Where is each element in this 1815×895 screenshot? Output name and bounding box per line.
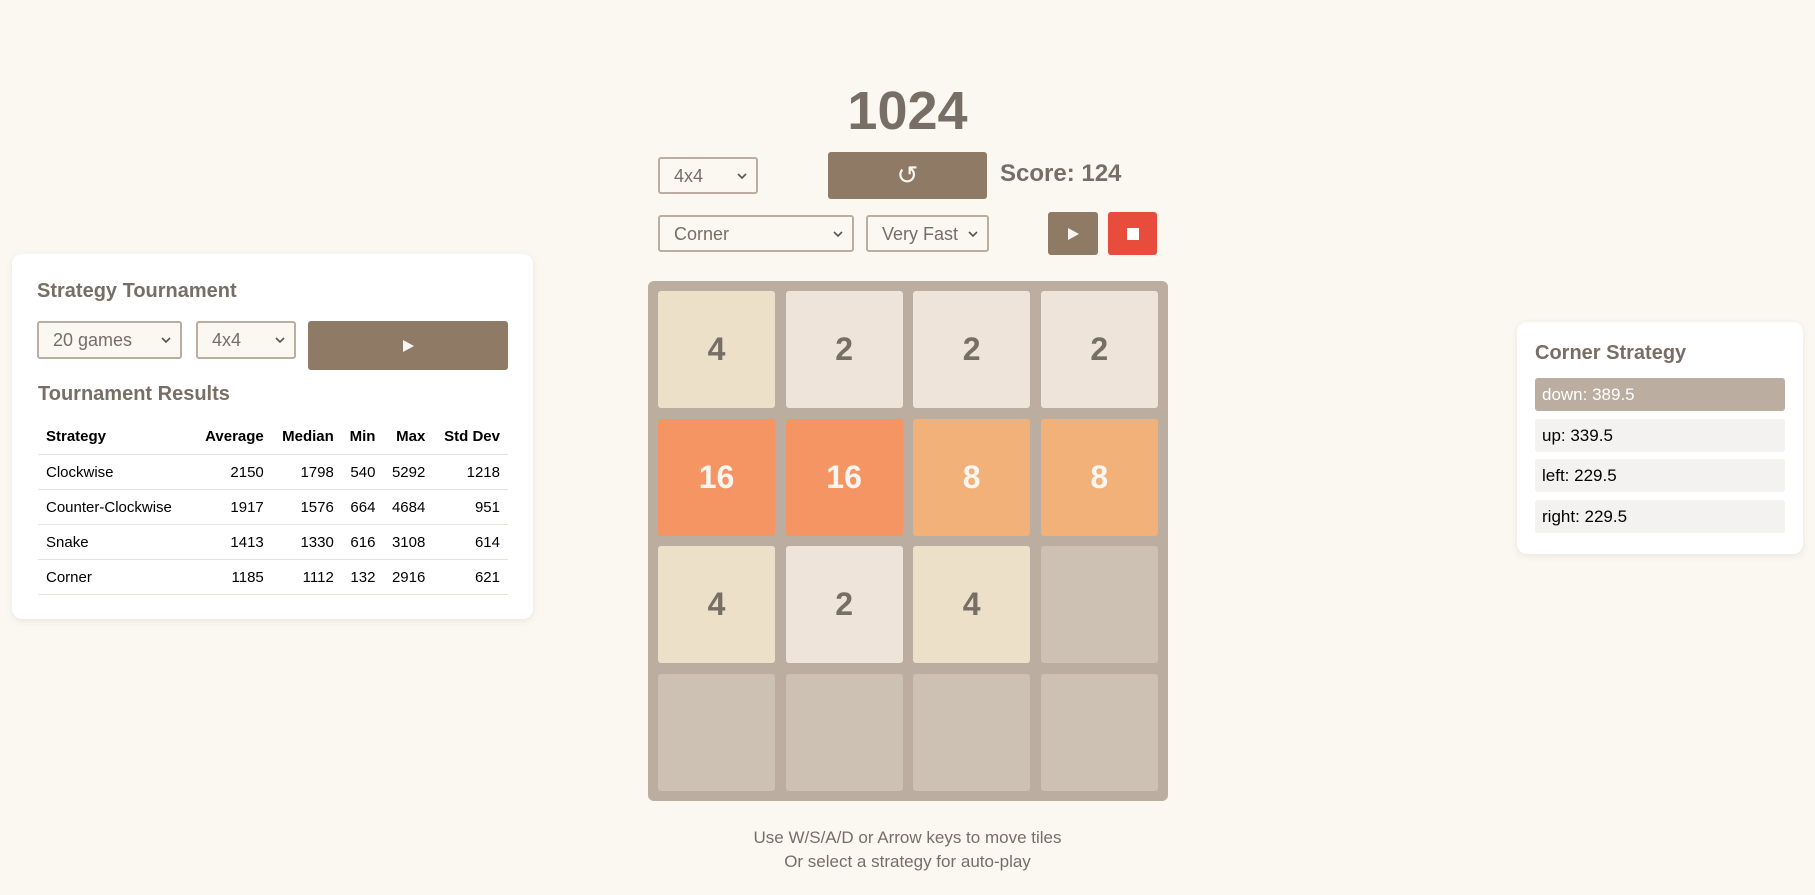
results-header-cell: Max	[383, 418, 434, 455]
empty-cell	[785, 673, 903, 791]
game-board: 4 2 2 2 16 16 8 8 4 2 4	[648, 281, 1168, 801]
results-header-cell: Std Dev	[433, 418, 508, 455]
tournament-size-select-wrapper: 4x4	[196, 321, 296, 359]
results-header-cell: Strategy	[38, 418, 195, 455]
tournament-title: Strategy Tournament	[37, 280, 237, 302]
table-cell: 1413	[194, 524, 272, 560]
table-cell: 1185	[194, 559, 272, 595]
speed-select[interactable]: Very Fast	[866, 215, 989, 252]
table-cell: 951	[433, 489, 508, 525]
table-cell: 2150	[194, 454, 272, 490]
table-cell: 1798	[271, 454, 342, 490]
tile-8: 8	[913, 418, 1031, 536]
tile-4: 4	[658, 546, 775, 664]
empty-cell	[658, 673, 775, 791]
games-select-wrapper: 20 games	[37, 321, 182, 359]
table-cell: 621	[433, 559, 508, 595]
play-icon	[403, 339, 414, 352]
table-cell: 1330	[271, 524, 342, 560]
table-cell: 616	[341, 524, 384, 560]
table-row: Counter-Clockwise 1917 1576 664 4684 951	[38, 489, 508, 525]
restart-icon: ↺	[896, 160, 919, 190]
play-icon	[1068, 227, 1079, 240]
table-cell: 5292	[383, 454, 434, 490]
games-count-select[interactable]: 20 games	[37, 321, 182, 359]
strategy-select-wrapper: Corner	[658, 215, 854, 252]
strategy-eval-title: Corner Strategy	[1535, 342, 1687, 364]
tile-4: 4	[658, 291, 775, 408]
tile-4: 4	[913, 546, 1031, 664]
table-cell: 614	[433, 524, 508, 560]
table-cell: 1112	[271, 559, 342, 595]
table-row: Snake 1413 1330 616 3108 614	[38, 524, 508, 560]
run-tournament-button[interactable]	[308, 321, 508, 370]
table-cell: 540	[341, 454, 384, 490]
strategy-eval-panel: Corner Strategy down: 389.5 up: 339.5 left…	[1517, 322, 1803, 554]
move-score-item: up: 339.5	[1535, 418, 1785, 452]
move-score-item: down: 389.5	[1535, 378, 1785, 411]
restart-button[interactable]: ↺	[828, 152, 987, 199]
tile-2: 2	[913, 291, 1031, 408]
table-cell: 1218	[433, 454, 508, 490]
grid-size-select-wrapper: 4x4	[658, 157, 758, 194]
tile-2: 2	[785, 291, 903, 408]
move-score-item: left: 229.5	[1535, 459, 1785, 492]
tile-2: 2	[785, 546, 903, 664]
table-cell: 1917	[194, 489, 272, 525]
table-cell: Corner	[38, 559, 195, 595]
instructions: Use W/S/A/D or Arrow keys to move tiles …	[0, 826, 1815, 874]
tile-2: 2	[1040, 291, 1158, 408]
instructions-line-1: Use W/S/A/D or Arrow keys to move tiles	[753, 828, 1062, 847]
results-header-row: Strategy Average Median Min Max Std Dev	[38, 418, 508, 455]
results-header-cell: Average	[194, 418, 272, 455]
results-header-cell: Min	[341, 418, 384, 455]
tile-16: 16	[785, 418, 903, 536]
stop-icon	[1126, 227, 1139, 240]
tile-16: 16	[658, 418, 775, 536]
table-cell: Snake	[38, 524, 195, 560]
table-cell: Clockwise	[38, 454, 195, 490]
tile-8: 8	[1040, 418, 1158, 536]
tournament-panel: Strategy Tournament 20 games 4x4 Tournam…	[12, 254, 533, 619]
results-body: Clockwise 2150 1798 540 5292 1218 Counter-Cloc…	[38, 454, 508, 595]
move-score-item: right: 229.5	[1535, 499, 1785, 533]
speed-select-wrapper: Very Fast	[866, 215, 989, 252]
game-title: 1024	[847, 81, 968, 141]
table-cell: 132	[341, 559, 384, 595]
empty-cell	[913, 673, 1031, 791]
table-row: Corner 1185 1112 132 2916 621	[38, 559, 508, 595]
instructions-line-2: Or select a strategy for auto-play	[784, 852, 1031, 871]
table-cell: 664	[341, 489, 384, 525]
grid-size-select[interactable]: 4x4	[658, 157, 758, 194]
table-row: Clockwise 2150 1798 540 5292 1218	[38, 454, 508, 490]
table-cell: 4684	[383, 489, 434, 525]
table-cell: 3108	[383, 524, 434, 560]
results-header-cell: Median	[271, 418, 342, 455]
results-table: Strategy Average Median Min Max Std Dev Clock…	[38, 418, 508, 595]
results-title: Tournament Results	[38, 383, 230, 405]
table-cell: 2916	[383, 559, 434, 595]
autoplay-play-button[interactable]	[1048, 212, 1098, 255]
table-cell: 1576	[271, 489, 342, 525]
table-cell: Counter-Clockwise	[38, 489, 195, 525]
score-display: Score: 124	[1000, 160, 1122, 187]
strategy-select[interactable]: Corner	[658, 215, 854, 252]
tournament-size-select[interactable]: 4x4	[196, 321, 296, 359]
empty-cell	[1040, 673, 1158, 791]
autoplay-stop-button[interactable]	[1108, 212, 1157, 255]
empty-cell	[1040, 546, 1158, 664]
